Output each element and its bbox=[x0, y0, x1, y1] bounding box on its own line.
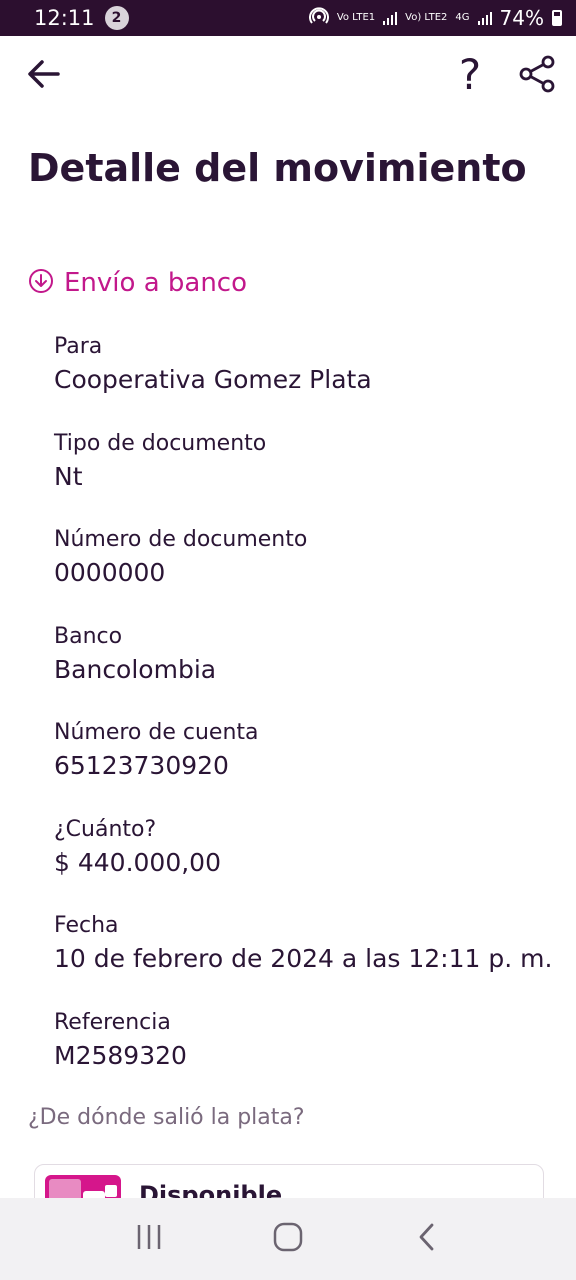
help-button[interactable]: ? bbox=[452, 50, 488, 100]
detail-value: Bancolombia bbox=[54, 654, 217, 684]
network-type: 4G bbox=[455, 12, 470, 23]
detail-item-para: Para Cooperativa Gomez Plata bbox=[54, 333, 554, 430]
recent-apps-icon bbox=[134, 1223, 164, 1255]
detail-value: Cooperativa Gomez Plata bbox=[54, 365, 372, 394]
sim1-label: Vo LTE1 bbox=[336, 12, 376, 23]
detail-item-date: Fecha 10 de febrero de 2024 a las 12:11 … bbox=[54, 912, 554, 1009]
detail-label: Banco bbox=[54, 623, 123, 649]
status-bar: 12:11 2 Vo LTE1 Vo) LTE2 4G 74% bbox=[0, 0, 576, 36]
detail-item-reference: Referencia M2589320 bbox=[54, 1009, 554, 1106]
home-button[interactable] bbox=[258, 1214, 318, 1264]
source-question: ¿De dónde salió la plata? bbox=[28, 1105, 305, 1130]
signal-icon bbox=[383, 11, 398, 25]
detail-item-amount: ¿Cuánto? $ 440.000,00 bbox=[54, 816, 554, 913]
sim2-label: Vo) LTE2 bbox=[405, 12, 448, 23]
signal-icon bbox=[477, 11, 492, 25]
recent-apps-button[interactable] bbox=[119, 1214, 179, 1264]
detail-label: Fecha bbox=[54, 913, 119, 938]
detail-value: 0000000 bbox=[54, 558, 166, 587]
chevron-left-icon bbox=[417, 1222, 437, 1256]
detail-item-account-number: Número de cuenta 65123730920 bbox=[54, 719, 554, 816]
detail-label: Número de documento bbox=[54, 527, 308, 552]
detail-label: Número de cuenta bbox=[54, 720, 259, 745]
transaction-type-label: Envío a banco bbox=[64, 268, 248, 298]
detail-item-document-number: Número de documento 0000000 bbox=[54, 526, 554, 623]
notification-badge: 2 bbox=[104, 6, 129, 30]
system-navigation-bar bbox=[0, 1198, 576, 1280]
battery-percent: 74% bbox=[499, 6, 544, 30]
page-title: Detalle del movimiento bbox=[28, 146, 527, 190]
detail-label: Referencia bbox=[54, 1009, 171, 1035]
share-icon[interactable] bbox=[516, 54, 560, 98]
detail-label: ¿Cuánto? bbox=[54, 816, 157, 842]
arrow-down-circle-icon bbox=[28, 268, 54, 298]
detail-value: 10 de febrero de 2024 a las 12:11 p. m. bbox=[54, 944, 553, 973]
detail-value: 65123730920 bbox=[54, 751, 229, 780]
detail-item-document-type: Tipo de documento Nt bbox=[54, 430, 554, 527]
home-icon bbox=[273, 1222, 303, 1256]
back-button[interactable] bbox=[397, 1214, 457, 1264]
status-time: 12:11 bbox=[34, 6, 95, 30]
detail-label: Tipo de documento bbox=[54, 430, 267, 456]
back-arrow-icon[interactable] bbox=[22, 54, 66, 98]
detail-list: Para Cooperativa Gomez Plata Tipo de doc… bbox=[54, 333, 554, 1105]
status-indicators: Vo LTE1 Vo) LTE2 4G 74% bbox=[308, 6, 562, 30]
transaction-type: Envío a banco bbox=[28, 268, 247, 298]
detail-value: Nt bbox=[54, 461, 83, 491]
top-app-bar: ? bbox=[0, 36, 576, 116]
hotspot-icon bbox=[308, 6, 329, 30]
battery-icon bbox=[552, 10, 562, 26]
detail-item-bank: Banco Bancolombia bbox=[54, 623, 554, 720]
detail-value: M2589320 bbox=[54, 1040, 187, 1070]
detail-value: $ 440.000,00 bbox=[54, 847, 221, 877]
detail-label: Para bbox=[54, 334, 103, 359]
